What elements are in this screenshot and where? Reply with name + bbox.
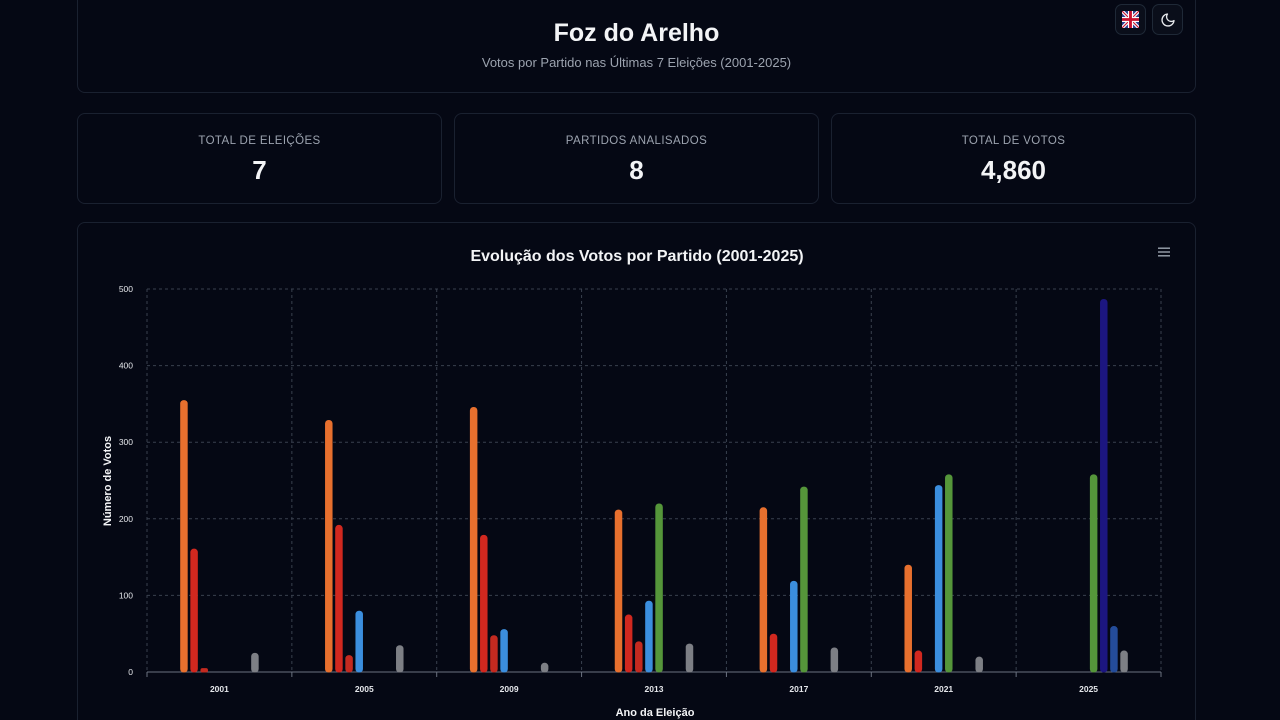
bar[interactable] (335, 524, 343, 673)
x-tick-label: 2025 (1079, 684, 1098, 694)
page: Foz do Arelho Votos por Partido nas Últi… (0, 0, 1280, 720)
bar[interactable] (500, 629, 508, 673)
bar[interactable] (759, 507, 768, 673)
bar[interactable] (614, 509, 623, 673)
x-tick-label: 2009 (500, 684, 519, 694)
x-tick-label: 2013 (645, 684, 664, 694)
bar[interactable] (914, 650, 923, 673)
bar[interactable] (251, 652, 259, 673)
y-tick-label: 200 (119, 514, 133, 524)
y-tick-label: 100 (119, 590, 133, 600)
x-tick-label: 2021 (934, 684, 953, 694)
chart-title: Evolução dos Votos por Partido (2001-202… (470, 248, 803, 265)
bar[interactable] (1089, 474, 1098, 673)
bar[interactable] (325, 419, 333, 673)
bar[interactable] (769, 633, 778, 673)
bar[interactable] (655, 503, 663, 673)
x-tick-label: 2017 (789, 684, 808, 694)
bar[interactable] (800, 486, 808, 673)
y-axis-title: Número de Votos (102, 436, 114, 526)
bar[interactable] (790, 580, 798, 673)
bar[interactable] (469, 406, 478, 673)
bar[interactable] (975, 656, 983, 673)
bar[interactable] (490, 635, 498, 673)
bar[interactable] (945, 474, 953, 673)
bar[interactable] (540, 662, 549, 673)
x-tick-label: 2001 (210, 684, 229, 694)
bar[interactable] (1120, 650, 1128, 673)
bar[interactable] (934, 485, 943, 673)
y-tick-label: 400 (119, 361, 133, 371)
bar[interactable] (645, 600, 653, 673)
x-tick-label: 2005 (355, 684, 374, 694)
bar[interactable] (904, 564, 912, 673)
bar[interactable] (200, 668, 208, 673)
bar[interactable] (635, 641, 643, 673)
vote-evolution-chart: Evolução dos Votos por Partido (2001-202… (102, 248, 1162, 719)
bar[interactable] (180, 400, 188, 673)
bar[interactable] (624, 614, 633, 673)
y-tick-label: 300 (119, 437, 133, 447)
bar[interactable] (190, 548, 198, 673)
bar[interactable] (1100, 298, 1108, 673)
bar[interactable] (345, 655, 353, 673)
bar[interactable] (396, 645, 404, 673)
bar[interactable] (1110, 626, 1118, 673)
y-tick-label: 500 (119, 284, 133, 294)
x-axis-title: Ano da Eleição (616, 707, 695, 719)
bar[interactable] (685, 643, 694, 673)
bar[interactable] (480, 534, 488, 673)
bar[interactable] (355, 610, 363, 673)
bar[interactable] (830, 647, 839, 673)
y-tick-label: 0 (128, 667, 133, 677)
